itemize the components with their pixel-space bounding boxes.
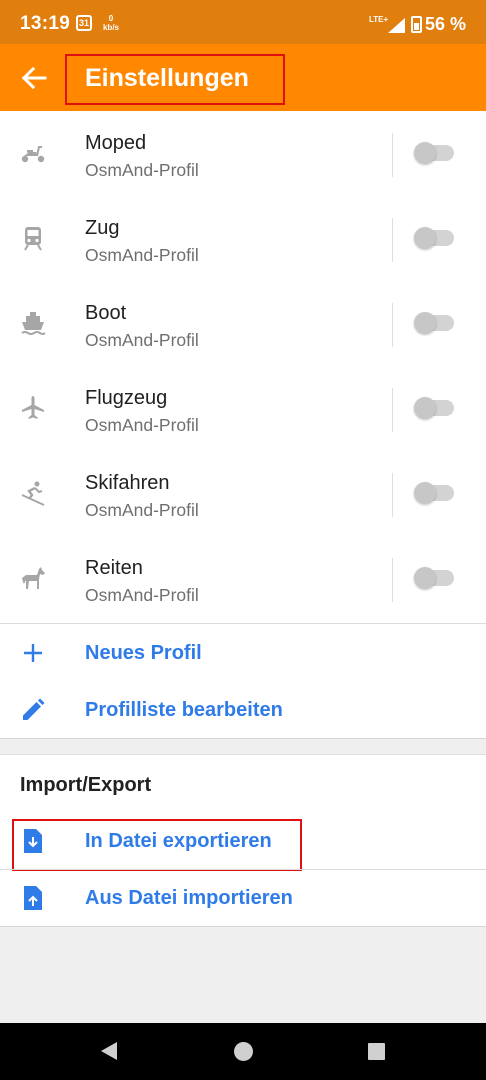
profile-toggle-moped[interactable] bbox=[414, 142, 454, 164]
profile-row-skifahren[interactable]: Skifahren OsmAnd-Profil bbox=[0, 451, 486, 536]
export-highlight-box bbox=[12, 819, 302, 871]
data-rate-value: 0 bbox=[108, 14, 114, 23]
data-rate-indicator: 0 kb/s bbox=[101, 14, 121, 32]
divider bbox=[392, 558, 393, 602]
profile-subtitle: OsmAnd-Profil bbox=[85, 585, 199, 605]
airplane-icon bbox=[22, 396, 44, 419]
battery-icon bbox=[411, 16, 422, 33]
page-title: Einstellungen bbox=[85, 64, 249, 92]
edit-profile-list-label: Profilliste bearbeiten bbox=[85, 699, 283, 721]
status-time: 13:19 bbox=[20, 13, 71, 34]
boat-icon bbox=[21, 312, 46, 335]
battery-percent: 56 % bbox=[425, 14, 467, 34]
profile-title: Moped bbox=[85, 132, 147, 154]
data-rate-unit: kb/s bbox=[102, 23, 119, 32]
divider bbox=[392, 303, 393, 347]
system-nav-bar bbox=[0, 1023, 486, 1080]
nav-back-icon[interactable] bbox=[99, 1041, 119, 1061]
profile-title: Boot bbox=[85, 302, 127, 324]
profile-row-reiten[interactable]: Reiten OsmAnd-Profil bbox=[0, 536, 486, 621]
divider bbox=[0, 623, 486, 624]
profile-title: Skifahren bbox=[85, 472, 170, 494]
profile-row-moped[interactable]: Moped OsmAnd-Profil bbox=[0, 111, 486, 196]
signal-icon bbox=[388, 18, 405, 33]
profile-subtitle: OsmAnd-Profil bbox=[85, 500, 199, 520]
edit-profile-list-button[interactable]: Profilliste bearbeiten bbox=[0, 682, 486, 738]
profile-toggle-flugzeug[interactable] bbox=[414, 397, 454, 419]
network-type: LTE+ bbox=[369, 15, 389, 24]
import-from-file-button[interactable]: Aus Datei importieren bbox=[0, 870, 486, 926]
import-label: Aus Datei importieren bbox=[85, 887, 293, 909]
divider bbox=[392, 473, 393, 517]
section-title: Import/Export bbox=[20, 774, 152, 796]
divider bbox=[392, 218, 393, 262]
status-bar: 13:19 31 0 kb/s LTE+ 56 % bbox=[0, 0, 486, 44]
profile-subtitle: OsmAnd-Profil bbox=[85, 330, 199, 350]
horse-icon bbox=[22, 567, 45, 589]
profile-row-zug[interactable]: Zug OsmAnd-Profil bbox=[0, 196, 486, 281]
profile-toggle-zug[interactable] bbox=[414, 227, 454, 249]
plus-icon bbox=[24, 644, 42, 662]
profile-title: Zug bbox=[85, 217, 120, 239]
divider bbox=[392, 133, 393, 177]
nav-recents-icon[interactable] bbox=[368, 1043, 385, 1060]
profile-subtitle: OsmAnd-Profil bbox=[85, 160, 199, 180]
profile-toggle-skifahren[interactable] bbox=[414, 482, 454, 504]
nav-home-icon[interactable] bbox=[234, 1042, 253, 1061]
profile-subtitle: OsmAnd-Profil bbox=[85, 415, 199, 435]
calendar-icon: 31 bbox=[76, 15, 92, 31]
arrow-back-icon[interactable] bbox=[16, 63, 50, 93]
profile-toggle-boot[interactable] bbox=[414, 312, 454, 334]
profile-row-flugzeug[interactable]: Flugzeug OsmAnd-Profil bbox=[0, 366, 486, 451]
skiing-icon bbox=[21, 481, 45, 506]
import-export-section: Import/Export In Datei exportieren Aus D… bbox=[0, 754, 486, 927]
profile-subtitle: OsmAnd-Profil bbox=[85, 245, 199, 265]
profile-title: Flugzeug bbox=[85, 387, 168, 409]
profile-toggle-reiten[interactable] bbox=[414, 567, 454, 589]
new-profile-button[interactable]: Neues Profil bbox=[0, 625, 486, 681]
pencil-icon bbox=[23, 698, 45, 720]
new-profile-label: Neues Profil bbox=[85, 642, 202, 664]
file-upload-icon bbox=[24, 886, 42, 910]
profiles-list: Moped OsmAnd-Profil Zug OsmAnd-Profil Bo… bbox=[0, 111, 486, 739]
profile-row-boot[interactable]: Boot OsmAnd-Profil bbox=[0, 281, 486, 366]
divider bbox=[392, 388, 393, 432]
moped-icon bbox=[21, 146, 45, 163]
profile-title: Reiten bbox=[85, 557, 143, 579]
app-bar: Einstellungen bbox=[0, 44, 486, 111]
train-icon bbox=[24, 227, 42, 251]
